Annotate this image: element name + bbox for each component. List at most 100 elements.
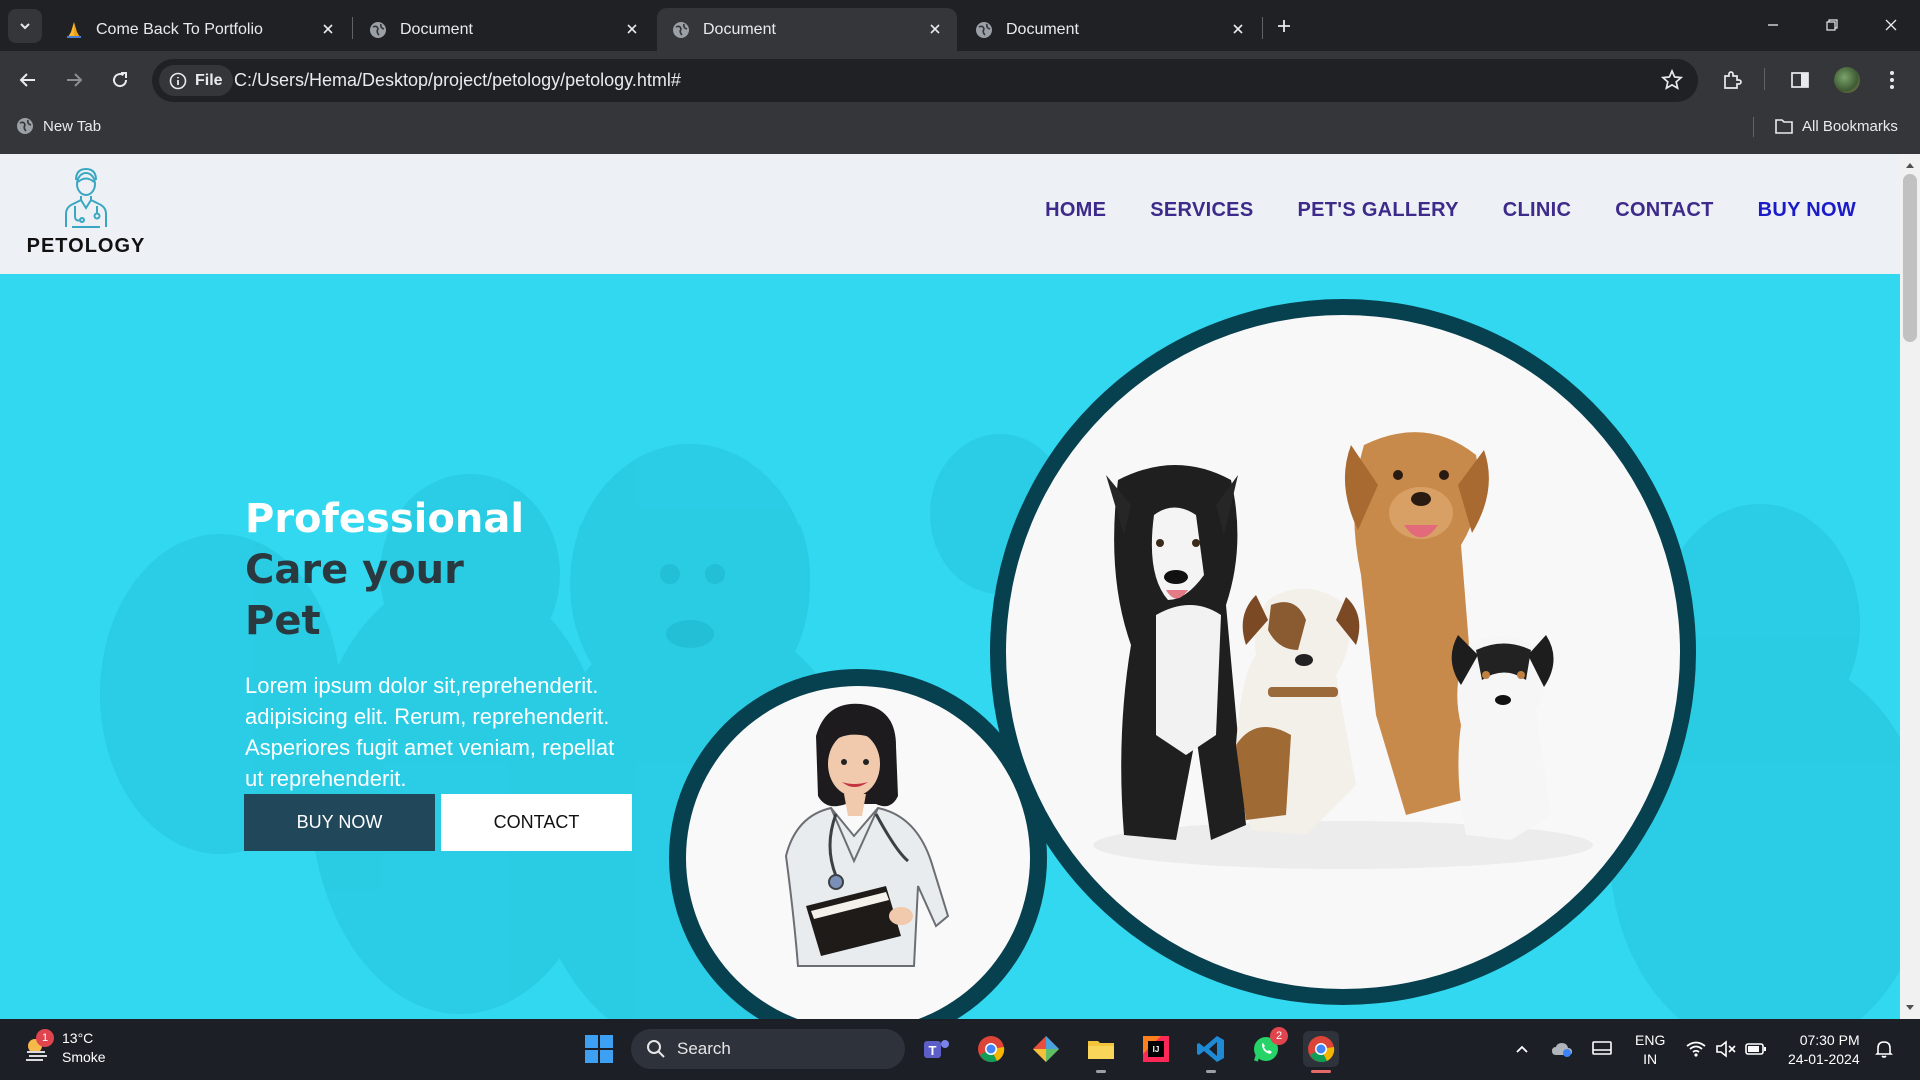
- tab-portfolio[interactable]: Come Back To Portfolio: [50, 8, 350, 51]
- puzzle-icon: [1724, 71, 1742, 89]
- close-icon[interactable]: [925, 19, 945, 39]
- globe-icon: [671, 20, 691, 40]
- weather-temp: 13°C: [62, 1030, 94, 1046]
- site-info-chip[interactable]: File: [159, 65, 233, 96]
- show-hidden-icons[interactable]: [1510, 1037, 1534, 1061]
- restore-icon: [1826, 19, 1838, 31]
- main-nav: HOME SERVICES PET'S GALLERY CLINIC CONTA…: [1045, 199, 1856, 222]
- display-tray[interactable]: [1590, 1037, 1614, 1061]
- nav-contact[interactable]: CONTACT: [1615, 199, 1713, 222]
- file-explorer-app[interactable]: [1083, 1031, 1119, 1073]
- volume-tray[interactable]: [1714, 1037, 1738, 1061]
- forward-button[interactable]: [58, 64, 90, 96]
- praying-hands-icon: [64, 20, 84, 40]
- hero-title: Professional Care your Pet: [245, 494, 524, 647]
- battery-icon: [1745, 1043, 1766, 1055]
- triangle-up-icon: [1906, 163, 1914, 168]
- chevron-down-icon: [20, 23, 30, 30]
- taskbar-search[interactable]: Search: [631, 1029, 905, 1069]
- veterinarian-illustration: [784, 703, 950, 967]
- monitor-icon: [1592, 1041, 1612, 1055]
- site-logo[interactable]: PETOLOGY: [26, 166, 146, 258]
- contact-button[interactable]: CONTACT: [441, 794, 632, 851]
- url-text[interactable]: C:/Users/Hema/Desktop/project/petology/p…: [234, 70, 681, 91]
- whatsapp-app[interactable]: 2: [1248, 1027, 1288, 1067]
- side-panel-button[interactable]: [1786, 66, 1814, 94]
- intellij-app[interactable]: IJ: [1138, 1031, 1174, 1067]
- star-icon: [1661, 69, 1683, 90]
- reload-icon: [113, 72, 128, 88]
- weather-widget[interactable]: 1 13°C Smoke: [22, 1029, 106, 1067]
- new-tab-button[interactable]: [1270, 12, 1298, 40]
- nav-buy-now[interactable]: BUY NOW: [1758, 199, 1856, 222]
- scroll-down-arrow[interactable]: [1900, 999, 1920, 1017]
- close-icon[interactable]: [1228, 19, 1248, 39]
- weather-smoke-icon: 1: [22, 1029, 54, 1063]
- nav-clinic[interactable]: CLINIC: [1503, 199, 1571, 222]
- close-icon[interactable]: [622, 19, 642, 39]
- dogs-image: [1006, 315, 1680, 989]
- close-window-button[interactable]: [1871, 10, 1911, 40]
- notifications-button[interactable]: [1872, 1037, 1896, 1061]
- tab-document-3[interactable]: Document: [960, 8, 1260, 51]
- tab-document-active[interactable]: Document: [657, 8, 957, 51]
- dogs-image-circle: [990, 299, 1696, 1005]
- arrow-right-icon: [67, 73, 83, 87]
- toolbar-separator: [1764, 68, 1765, 90]
- chrome-icon: [1308, 1036, 1335, 1063]
- scroll-up-arrow[interactable]: [1900, 156, 1920, 174]
- bell-icon: [1875, 1041, 1893, 1058]
- menu-button[interactable]: [1878, 66, 1906, 94]
- hero-title-line-2: Care your: [245, 547, 464, 593]
- globe-icon: [368, 20, 388, 40]
- folder-icon: [1774, 116, 1794, 136]
- close-icon[interactable]: [318, 19, 338, 39]
- page-scrollbar[interactable]: [1900, 154, 1920, 1019]
- extensions-button[interactable]: [1718, 66, 1746, 94]
- running-indicator: [1206, 1070, 1216, 1073]
- nav-pets-gallery[interactable]: PET'S GALLERY: [1297, 199, 1458, 222]
- page-viewport: PETOLOGY HOME SERVICES PET'S GALLERY CLI…: [0, 154, 1920, 1019]
- minimize-button[interactable]: [1753, 10, 1793, 40]
- bookmark-separator: [1753, 117, 1754, 137]
- scroll-thumb[interactable]: [1903, 174, 1917, 342]
- profile-avatar[interactable]: [1834, 67, 1860, 93]
- hero-section: Professional Care your Pet Lorem ipsum d…: [0, 274, 1900, 1019]
- nav-home[interactable]: HOME: [1045, 199, 1106, 222]
- bookmark-label: New Tab: [43, 117, 102, 135]
- nav-services[interactable]: SERVICES: [1150, 199, 1253, 222]
- close-icon: [1885, 19, 1897, 31]
- tab-search-button[interactable]: [8, 9, 42, 43]
- tab-title: Come Back To Portfolio: [96, 20, 263, 38]
- windows-taskbar: 1 13°C Smoke Search T IJ 2 ENG IN 07:30 …: [0, 1019, 1920, 1080]
- address-bar[interactable]: File C:/Users/Hema/Desktop/project/petol…: [152, 59, 1698, 102]
- chrome-app-active[interactable]: [1303, 1031, 1339, 1073]
- all-bookmarks-button[interactable]: All Bookmarks: [1774, 116, 1898, 136]
- teams-icon: T: [924, 1040, 949, 1058]
- dogs-illustration: [1093, 432, 1593, 869]
- svg-text:T: T: [929, 1043, 937, 1058]
- system-clock[interactable]: 07:30 PM 24-01-2024: [1788, 1031, 1860, 1069]
- tab-title: Document: [703, 20, 776, 38]
- wifi-tray[interactable]: [1684, 1037, 1708, 1061]
- more-vert-icon: [1890, 71, 1894, 89]
- language-indicator[interactable]: ENG IN: [1635, 1031, 1665, 1069]
- battery-tray[interactable]: [1744, 1037, 1768, 1061]
- bookmark-star-button[interactable]: [1660, 68, 1684, 92]
- globe-icon: [15, 116, 35, 136]
- start-button[interactable]: [581, 1031, 617, 1067]
- clock-time: 07:30 PM: [1799, 1032, 1860, 1048]
- tab-document-1[interactable]: Document: [354, 8, 654, 51]
- minimize-icon: [1768, 24, 1778, 26]
- git-app[interactable]: [1028, 1031, 1064, 1067]
- onedrive-tray[interactable]: [1550, 1037, 1574, 1061]
- buy-now-button[interactable]: BUY NOW: [244, 794, 435, 851]
- restore-button[interactable]: [1812, 10, 1852, 40]
- back-button[interactable]: [12, 64, 44, 96]
- reload-button[interactable]: [104, 64, 136, 96]
- teams-app[interactable]: T: [918, 1031, 954, 1067]
- chrome-app[interactable]: [973, 1031, 1009, 1067]
- bookmark-new-tab[interactable]: New Tab: [15, 116, 101, 136]
- vet-image: [686, 686, 1030, 1019]
- vscode-app[interactable]: [1193, 1031, 1229, 1073]
